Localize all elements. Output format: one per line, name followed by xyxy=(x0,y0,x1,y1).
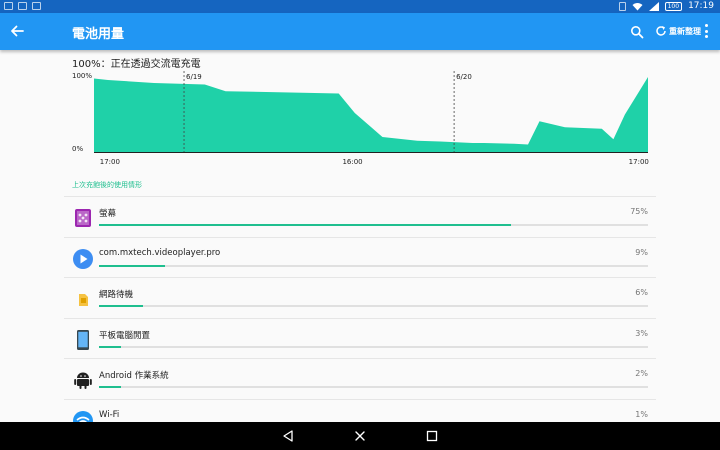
usage-row[interactable]: 網路待機 6% xyxy=(64,277,656,318)
system-icons: 100 17:19 xyxy=(618,1,714,11)
usage-percent: 9% xyxy=(635,247,648,257)
x-tick-label: 17:00 xyxy=(100,158,120,166)
play-icon xyxy=(72,248,94,270)
x-tick-label: 16:00 xyxy=(342,158,362,166)
usage-percent: 75% xyxy=(630,207,648,216)
usage-bar-fill xyxy=(99,305,143,308)
usage-app-name: com.mxtech.videoplayer.pro xyxy=(99,247,221,258)
wifi-status-icon xyxy=(632,2,643,10)
usage-bar-track xyxy=(99,224,648,226)
page-title: 電池用量 xyxy=(72,27,125,42)
tablet-icon xyxy=(72,329,94,351)
photo-notification-icon xyxy=(18,2,27,10)
y-tick-label: 100% xyxy=(72,72,92,80)
usage-bar-track xyxy=(99,264,648,267)
usage-app-name: Wi-Fi xyxy=(99,409,120,420)
android-icon xyxy=(72,369,94,391)
usage-row[interactable]: com.mxtech.videoplayer.pro 9% xyxy=(64,236,656,278)
nav-recents-icon[interactable] xyxy=(426,430,438,442)
app-bar: 電池用量 重新整理 xyxy=(0,13,720,50)
x-tick-label: 17:00 xyxy=(629,158,649,166)
game-notification-icon xyxy=(32,2,41,10)
screen-icon xyxy=(72,207,94,229)
usage-row[interactable]: 螢幕 75% xyxy=(64,196,656,237)
usage-bar-track xyxy=(99,386,648,389)
section-header: 上次充飽後的使用情形 xyxy=(72,181,142,189)
battery-level-area xyxy=(94,77,648,152)
usage-percent: 3% xyxy=(635,328,648,338)
y-tick-label: 0% xyxy=(72,145,83,153)
status-bar: 100 17:19 xyxy=(0,0,720,13)
usage-percent: 1% xyxy=(635,409,648,419)
battery-history-chart: 100% 0% 17:00 16:00 17:00 6/19 6/20 xyxy=(72,71,649,166)
sim-status-icon xyxy=(618,1,626,11)
signal-icon xyxy=(648,1,659,11)
usage-bar-fill xyxy=(99,386,121,389)
refresh-button[interactable]: 重新整理 xyxy=(655,25,701,37)
battery-usage-content: 100%：正在透過交流電充電 100% 0% 17:00 16:00 17:00 6/19… xyxy=(0,50,720,431)
usage-bar-fill xyxy=(99,224,511,226)
search-icon[interactable] xyxy=(630,25,644,39)
usage-percent: 2% xyxy=(635,369,648,379)
usage-app-name: 螢幕 xyxy=(99,209,117,219)
usage-bar-fill xyxy=(99,345,121,348)
sim-card-icon xyxy=(72,288,94,310)
usage-bar-track xyxy=(99,345,648,348)
usage-row[interactable]: 平板電腦閒置 3% xyxy=(64,317,656,359)
notification-icons xyxy=(4,2,41,10)
back-arrow-icon[interactable] xyxy=(8,22,26,40)
usage-bar-fill xyxy=(99,264,165,267)
usage-percent: 6% xyxy=(635,288,648,298)
usage-app-name: Android 作業系統 xyxy=(99,371,169,382)
nav-back-icon[interactable] xyxy=(282,430,294,442)
more-options-icon[interactable] xyxy=(702,24,710,38)
refresh-label: 重新整理 xyxy=(669,26,701,36)
usage-list: 螢幕 75% com.mxtech.videoplayer.pro 9% 網路待機 6% 平… xyxy=(64,196,656,440)
clock: 17:19 xyxy=(688,1,714,11)
refresh-icon xyxy=(656,26,666,36)
usage-app-name: 網路待機 xyxy=(99,290,134,301)
usage-bar-track xyxy=(99,305,648,308)
battery-icon: 100 xyxy=(664,1,683,11)
navigation-bar xyxy=(0,422,720,450)
usage-row[interactable]: Android 作業系統 2% xyxy=(64,358,656,399)
usage-app-name: 平板電腦閒置 xyxy=(99,330,151,341)
image-notification-icon xyxy=(4,2,13,10)
nav-close-icon[interactable] xyxy=(354,430,366,442)
date-marker-label: 6/20 xyxy=(456,73,472,81)
date-marker-label: 6/19 xyxy=(186,73,202,81)
